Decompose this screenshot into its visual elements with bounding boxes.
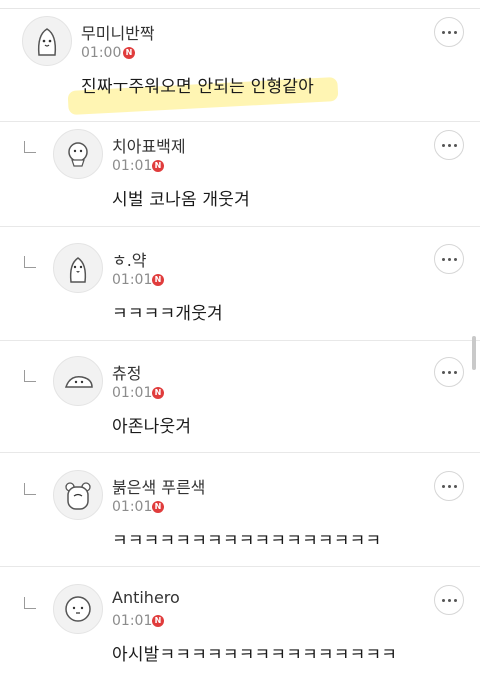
- new-badge: N: [152, 160, 164, 172]
- comment-text: ㅋㅋㅋㅋㅋㅋㅋㅋㅋㅋㅋㅋㅋㅋㅋㅋㅋ: [112, 531, 382, 551]
- dot-icon: [448, 599, 451, 602]
- comment-time: 01:01: [112, 272, 153, 288]
- reply-arrow-icon: [24, 597, 36, 609]
- comment-time: 01:00: [81, 45, 122, 61]
- dot-icon: [448, 485, 451, 488]
- more-options-button[interactable]: [434, 471, 464, 501]
- dot-icon: [442, 371, 445, 374]
- scrollbar[interactable]: [472, 336, 476, 370]
- more-options-button[interactable]: [434, 17, 464, 47]
- more-options-button[interactable]: [434, 130, 464, 160]
- avatar[interactable]: [22, 16, 72, 66]
- dot-icon: [454, 599, 457, 602]
- divider: [0, 226, 480, 227]
- divider: [0, 566, 480, 567]
- dot-icon: [454, 144, 457, 147]
- top-divider: [0, 0, 480, 9]
- comment-author[interactable]: 츄정: [112, 360, 141, 384]
- comment-author[interactable]: 무미니반짝: [81, 20, 155, 44]
- dot-icon: [442, 31, 445, 34]
- comment-text: 아시발ㅋㅋㅋㅋㅋㅋㅋㅋㅋㅋㅋㅋㅋㅋㅋ: [112, 645, 398, 665]
- dot-icon: [442, 485, 445, 488]
- new-badge: N: [152, 615, 164, 627]
- more-options-button[interactable]: [434, 357, 464, 387]
- new-badge: N: [152, 501, 164, 513]
- dot-icon: [454, 371, 457, 374]
- more-options-button[interactable]: [434, 585, 464, 615]
- comment-author[interactable]: ㅎ.약: [112, 247, 147, 271]
- reply-arrow-icon: [24, 141, 36, 153]
- avatar[interactable]: [53, 584, 103, 634]
- comment-text: 시벌 코나옴 개웃겨: [112, 190, 250, 210]
- comment-author[interactable]: 치아표백제: [112, 133, 186, 157]
- dot-icon: [442, 599, 445, 602]
- reply-arrow-icon: [24, 370, 36, 382]
- dot-icon: [448, 144, 451, 147]
- comment-text: 진짜ㅜ주워오면 안되는 인형같아: [81, 77, 314, 97]
- comment-text: ㅋㅋㅋㅋ개웃겨: [112, 304, 223, 324]
- dot-icon: [448, 258, 451, 261]
- comment-text: 아존나웃겨: [112, 417, 192, 437]
- avatar[interactable]: [53, 470, 103, 520]
- new-badge: N: [152, 274, 164, 286]
- divider: [0, 340, 480, 341]
- dot-icon: [454, 31, 457, 34]
- comment-author[interactable]: Antihero: [112, 588, 180, 607]
- avatar[interactable]: [53, 129, 103, 179]
- dot-icon: [442, 144, 445, 147]
- reply-arrow-icon: [24, 256, 36, 268]
- dot-icon: [454, 485, 457, 488]
- comment-time: 01:01: [112, 385, 153, 401]
- new-badge: N: [123, 47, 135, 59]
- divider: [0, 121, 480, 122]
- comment-time: 01:01: [112, 613, 153, 629]
- more-options-button[interactable]: [434, 244, 464, 274]
- comment-time: 01:01: [112, 158, 153, 174]
- avatar[interactable]: [53, 243, 103, 293]
- comment-author[interactable]: 붉은색 푸른색: [112, 474, 205, 498]
- dot-icon: [454, 258, 457, 261]
- dot-icon: [448, 371, 451, 374]
- dot-icon: [448, 31, 451, 34]
- dot-icon: [442, 258, 445, 261]
- new-badge: N: [152, 387, 164, 399]
- reply-arrow-icon: [24, 483, 36, 495]
- avatar[interactable]: [53, 356, 103, 406]
- divider: [0, 452, 480, 453]
- comment-time: 01:01: [112, 499, 153, 515]
